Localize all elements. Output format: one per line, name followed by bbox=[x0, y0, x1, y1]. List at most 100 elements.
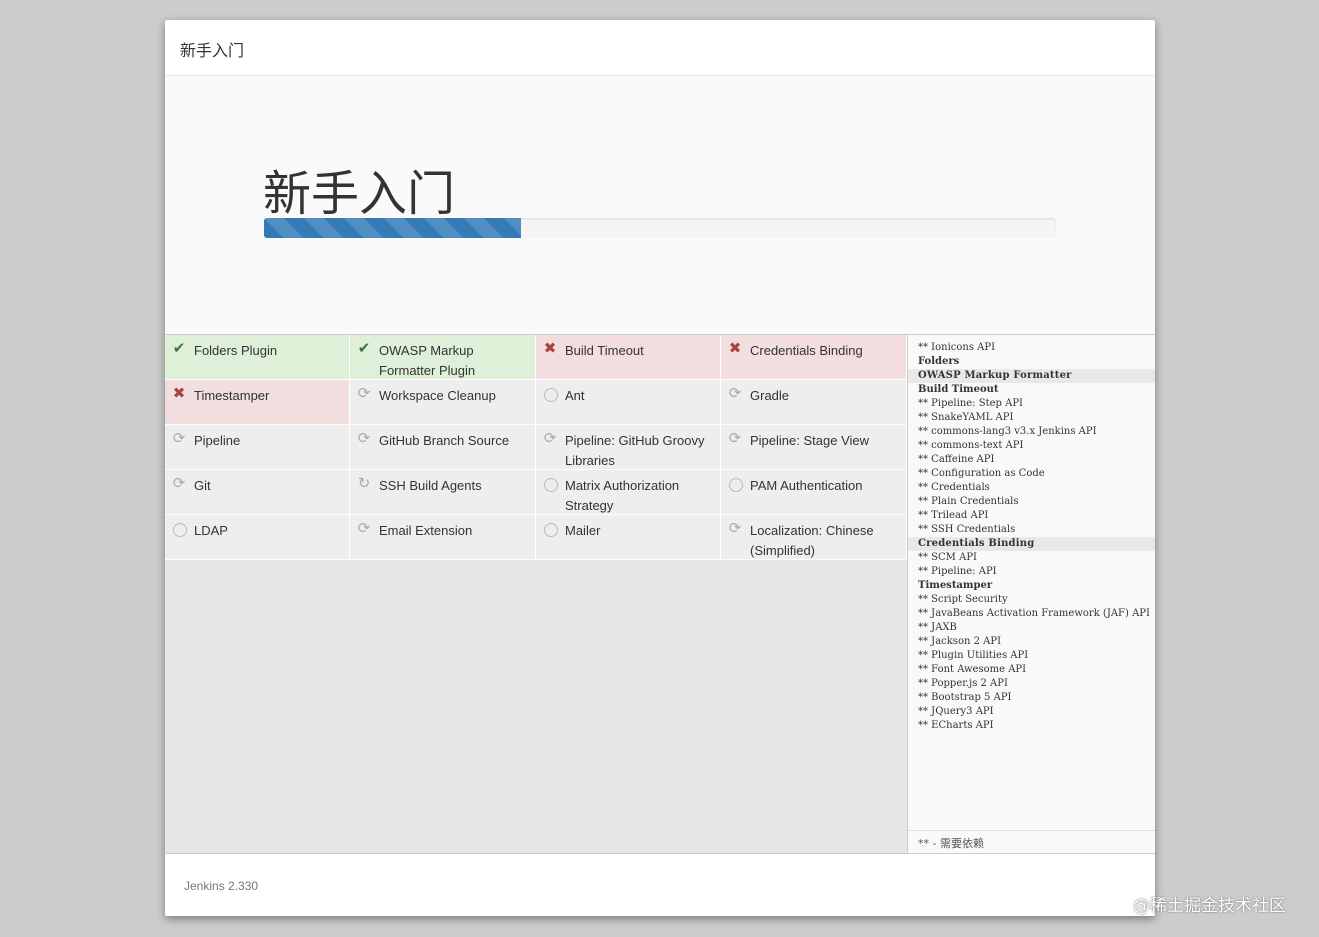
plugin-label: Ant bbox=[565, 388, 585, 403]
refresh-icon: ⟳ bbox=[728, 385, 742, 402]
refresh-icon: ⟳ bbox=[172, 475, 186, 492]
watermark: @稀土掘金技术社区 bbox=[1133, 896, 1286, 916]
log-line: ** JAXB bbox=[918, 622, 957, 633]
plugin-install-grid: ✔ Folders Plugin ✔ OWASP Markup Formatter P… bbox=[165, 335, 907, 560]
install-progress-bar bbox=[264, 218, 1056, 238]
plugin-label: Email Extension bbox=[379, 523, 473, 538]
plugin-cell: ⟳ Workspace Cleanup bbox=[350, 380, 536, 425]
plugin-label: LDAP bbox=[194, 523, 228, 538]
cross-icon: ✖ bbox=[728, 340, 742, 357]
circle-icon bbox=[171, 521, 187, 537]
dialog-title: 新手入门 bbox=[180, 41, 245, 60]
hero-panel: 新手入门 bbox=[165, 76, 1155, 334]
plugin-install-grid-area: ✔ Folders Plugin ✔ OWASP Markup Formatter P… bbox=[165, 334, 907, 853]
log-line: ** Script Security bbox=[918, 594, 1008, 605]
log-line: ** Pipeline: Step API bbox=[918, 398, 1023, 409]
dialog-footer: Jenkins 2.330 bbox=[165, 853, 1155, 916]
install-progress-fill bbox=[264, 218, 522, 238]
plugin-label: Matrix Authorization Strategy bbox=[565, 478, 680, 513]
plugin-cell: ✔ Folders Plugin bbox=[165, 335, 350, 380]
setup-wizard-dialog: 新手入门 新手入门 ✔ Folders Plugin ✔ OWASP Markup F… bbox=[165, 20, 1155, 916]
log-line: Folders bbox=[918, 356, 960, 367]
plugin-label: Mailer bbox=[565, 523, 601, 538]
log-line: ** Font Awesome API bbox=[918, 664, 1027, 675]
plugin-label: Credentials Binding bbox=[750, 343, 863, 358]
plugin-cell: ✖ Timestamper bbox=[165, 380, 350, 425]
circle-icon bbox=[542, 476, 558, 492]
plugin-cell: ✔ OWASP Markup Formatter Plugin bbox=[350, 335, 536, 380]
plugin-cell: Ant bbox=[536, 380, 721, 425]
refresh-icon: ⟳ bbox=[357, 385, 371, 402]
log-line: ** Popper.js 2 API bbox=[918, 678, 1008, 689]
circle-icon bbox=[542, 521, 558, 537]
plugin-label: Timestamper bbox=[194, 388, 270, 403]
plugin-label: Git bbox=[194, 478, 211, 493]
plugin-cell: LDAP bbox=[165, 515, 350, 560]
plugin-label: Pipeline: GitHub Groovy Libraries bbox=[565, 433, 705, 468]
plugin-label: Localization: Chinese (Simplified) bbox=[750, 523, 874, 558]
plugin-label: OWASP Markup Formatter Plugin bbox=[379, 343, 476, 378]
check-icon: ✔ bbox=[357, 340, 371, 357]
plugin-cell: ⟳ Gradle bbox=[721, 380, 907, 425]
log-line: OWASP Markup Formatter bbox=[908, 369, 1155, 383]
refresh-icon: ⟳ bbox=[357, 520, 371, 537]
jenkins-version: Jenkins 2.330 bbox=[184, 879, 259, 893]
plugin-label: GitHub Branch Source bbox=[379, 433, 510, 448]
refresh-icon: ⟳ bbox=[543, 430, 557, 447]
log-line: ** JQuery3 API bbox=[918, 706, 994, 717]
log-line: Credentials Binding bbox=[908, 537, 1155, 551]
plugin-cell: ⟳ Email Extension bbox=[350, 515, 536, 560]
cross-icon: ✖ bbox=[172, 385, 186, 402]
plugin-cell: ⟳ Git bbox=[165, 470, 350, 515]
plugin-label: SSH Build Agents bbox=[379, 478, 482, 493]
plugin-label: Folders Plugin bbox=[194, 343, 278, 358]
refresh-icon: ⟳ bbox=[172, 430, 186, 447]
refresh-icon: ⟳ bbox=[357, 430, 371, 447]
log-line: ** Pipeline: API bbox=[918, 566, 997, 577]
plugin-label: Pipeline: Stage View bbox=[750, 433, 870, 448]
log-line: ** Jackson 2 API bbox=[918, 636, 1002, 647]
plugin-cell: Matrix Authorization Strategy bbox=[536, 470, 721, 515]
refresh-icon: ⟳ bbox=[728, 520, 742, 537]
log-line: ** Credentials bbox=[918, 482, 990, 493]
plugin-cell: ⟳ Localization: Chinese (Simplified) bbox=[721, 515, 907, 560]
plugin-label: Workspace Cleanup bbox=[379, 388, 496, 403]
plugin-cell: ⟳ Pipeline bbox=[165, 425, 350, 470]
circle-icon bbox=[727, 476, 743, 492]
log-line: ** Plugin Utilities API bbox=[918, 650, 1029, 661]
plugin-cell: ↻ SSH Build Agents bbox=[350, 470, 536, 515]
refresh-icon: ⟳ bbox=[728, 430, 742, 447]
log-line: Build Timeout bbox=[918, 384, 999, 395]
plugin-cell: ⟳ Pipeline: Stage View bbox=[721, 425, 907, 470]
plugin-label: Build Timeout bbox=[565, 343, 644, 358]
cross-icon: ✖ bbox=[543, 340, 557, 357]
check-icon: ✔ bbox=[172, 340, 186, 357]
log-line: ** SnakeYAML API bbox=[918, 412, 1014, 423]
log-line: ** ECharts API bbox=[918, 720, 994, 731]
plugin-label: Pipeline bbox=[194, 433, 241, 448]
log-line: ** Ionicons API bbox=[918, 342, 996, 353]
log-line: ** Caffeine API bbox=[918, 454, 995, 465]
log-line: ** Plain Credentials bbox=[918, 496, 1019, 507]
log-line: ** commons-lang3 v3.x Jenkins API bbox=[918, 426, 1097, 437]
dialog-header: 新手入门 bbox=[165, 20, 1155, 76]
log-line: ** commons-text API bbox=[918, 440, 1024, 451]
sync-icon: ↻ bbox=[357, 475, 371, 492]
plugin-cell: Mailer bbox=[536, 515, 721, 560]
log-line: Timestamper bbox=[918, 580, 993, 591]
log-line: ** SCM API bbox=[918, 552, 977, 563]
plugin-cell: ✖ Credentials Binding bbox=[721, 335, 907, 380]
plugin-cell: ⟳ Pipeline: GitHub Groovy Libraries bbox=[536, 425, 721, 470]
install-log-lines: ** Ionicons API Folders OWASP Markup Forma… bbox=[908, 335, 1155, 733]
install-log-legend: ** - 需要依赖 bbox=[908, 830, 1155, 853]
log-line: ** Configuration as Code bbox=[918, 468, 1045, 479]
circle-icon bbox=[542, 386, 558, 402]
install-log-panel[interactable]: ** Ionicons API Folders OWASP Markup Forma… bbox=[907, 334, 1155, 853]
plugin-label: PAM Authentication bbox=[750, 478, 863, 493]
log-line: ** JavaBeans Activation Framework (JAF) … bbox=[918, 608, 1150, 619]
plugin-cell: PAM Authentication bbox=[721, 470, 907, 515]
plugin-label: Gradle bbox=[750, 388, 790, 403]
hero-title: 新手入门 bbox=[263, 166, 456, 222]
plugin-cell: ⟳ GitHub Branch Source bbox=[350, 425, 536, 470]
plugin-cell: ✖ Build Timeout bbox=[536, 335, 721, 380]
